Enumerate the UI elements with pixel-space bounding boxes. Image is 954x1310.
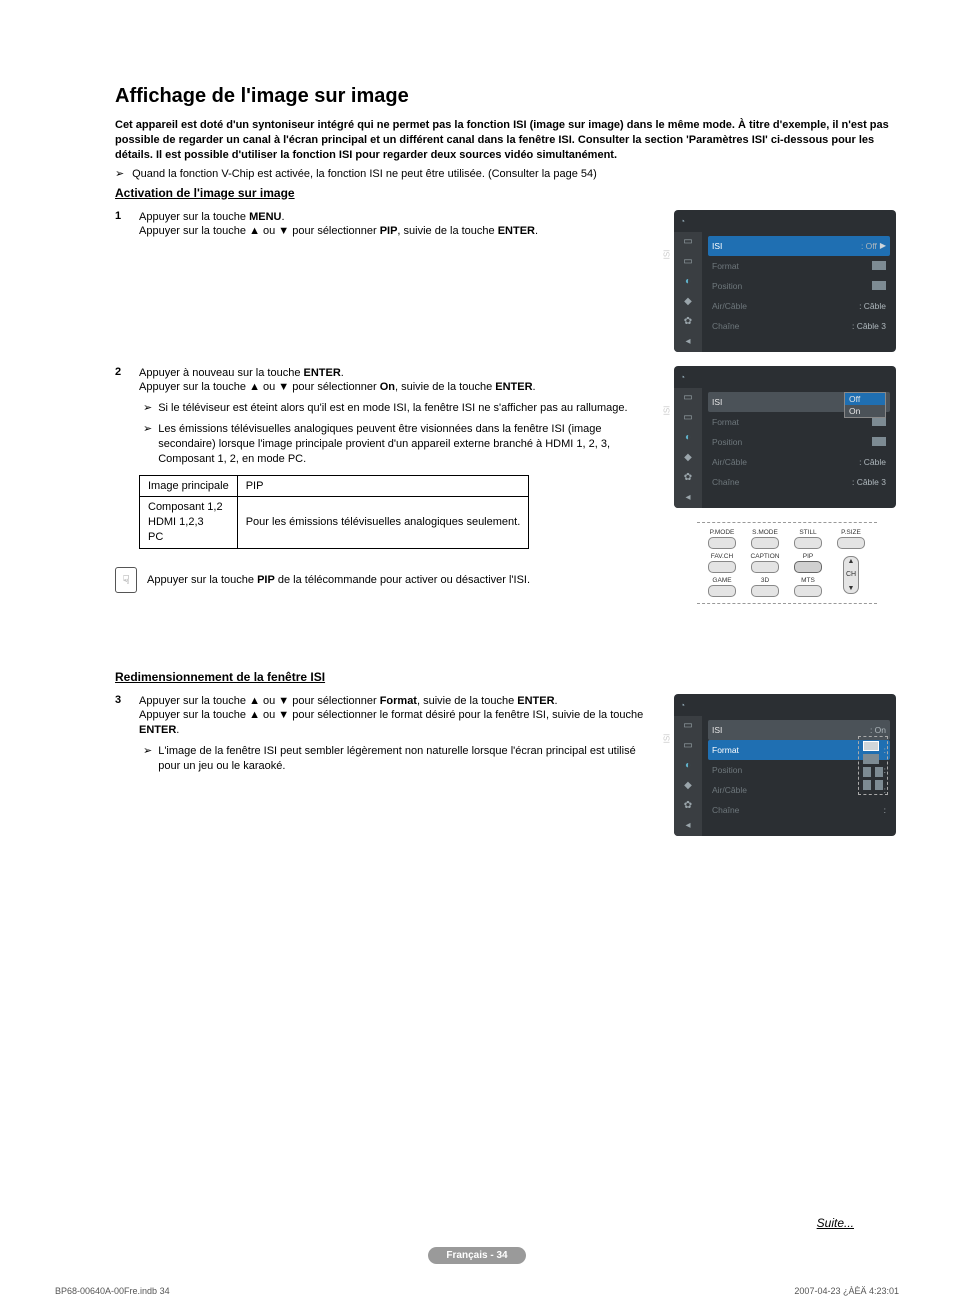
bullet-arrow-icon: ➢ <box>143 744 152 774</box>
step3-body: Appuyer sur la touche ▲ ou ▼ pour sélect… <box>139 694 656 774</box>
osd1-row-position: Position <box>708 276 890 296</box>
menu-icon-5: ✿ <box>681 800 695 812</box>
step2-body: Appuyer à nouveau sur la touche ENTER. A… <box>139 366 656 549</box>
osd3-format-popup <box>858 736 888 795</box>
osd1-row-format: Format <box>708 256 890 276</box>
pip-table-r1c1: Composant 1,2 HDMI 1,2,3 PC <box>140 497 238 549</box>
remote-ch-rocker: ▲CH▼ <box>834 553 869 597</box>
document-meta: BP68-00640A-00Fre.indb 34 2007-04-23 ¿ÀÈ… <box>55 1286 899 1296</box>
remote-tip: ☟ Appuyer sur la touche PIP de la téléco… <box>115 567 656 593</box>
format-opt-dual2-icon <box>863 780 871 790</box>
clock-icon: ◔ <box>680 372 685 382</box>
section-resize-title: Redimensionnement de la fenêtre ISI <box>115 670 899 684</box>
osd1-row-aircable: Air/Câble : Câble <box>708 296 890 316</box>
osd2-isi-tab: ISI <box>662 405 671 415</box>
step2-number: 2 <box>115 366 129 549</box>
menu-icon-4: ◆ <box>681 452 695 464</box>
menu-icon-4: ◆ <box>681 780 695 792</box>
menu-icon-2: ▭ <box>681 256 695 268</box>
osd1-row-chaine: Chaîne : Câble 3 <box>708 316 890 336</box>
clock-icon: ◔ <box>680 216 685 226</box>
step1-row: 1 Appuyer sur la touche MENU. Appuyer su… <box>115 210 899 366</box>
step2-bullet2: Les émissions télévisuelles analogiques … <box>158 422 656 467</box>
step3-bullet1: L'image de la fenêtre ISI peut sembler l… <box>158 744 656 774</box>
step1-body: Appuyer sur la touche MENU. Appuyer sur … <box>139 210 656 240</box>
osd2-dropdown: Off On <box>844 392 886 418</box>
right-arrow-icon: ▶ <box>880 241 886 250</box>
page-number-pill: Français - 34 <box>428 1247 525 1264</box>
doc-meta-right: 2007-04-23 ¿ÀÈÄ 4:23:01 <box>794 1286 899 1296</box>
bullet-arrow-icon: ➢ <box>143 422 152 467</box>
menu-icon-2: ▭ <box>681 740 695 752</box>
menu-icon-5: ✿ <box>681 472 695 484</box>
menu-icon-3: ◐ <box>681 760 695 772</box>
dropdown-opt-on: On <box>845 405 885 417</box>
menu-icon-6: ◂ <box>681 492 695 504</box>
format-opt-large-icon <box>863 741 879 751</box>
suite-link: Suite... <box>817 1216 854 1230</box>
pip-table-h2: PIP <box>237 475 529 497</box>
menu-icon-6: ◂ <box>681 336 695 348</box>
vchip-note-text: Quand la fonction V-Chip est activée, la… <box>132 168 597 180</box>
menu-icon-5: ✿ <box>681 316 695 328</box>
bullet-arrow-icon: ➢ <box>143 401 152 416</box>
intro-paragraph: Cet appareil est doté d'un syntoniseur i… <box>115 118 899 163</box>
manual-page: Affichage de l'image sur image Cet appar… <box>0 0 954 1310</box>
doc-meta-left: BP68-00640A-00Fre.indb 34 <box>55 1286 170 1296</box>
osd1-row-isi: ISI : Off ▶ <box>708 236 890 256</box>
step1-number: 1 <box>115 210 129 240</box>
menu-icon-3: ◐ <box>681 276 695 288</box>
step3-number: 3 <box>115 694 129 774</box>
step2-bullet1: Si le téléviseur est éteint alors qu'il … <box>158 401 627 416</box>
section-activation-title: Activation de l'image sur image <box>115 186 899 200</box>
remote-pip-button: PIP <box>791 553 826 573</box>
menu-icon-1: ▭ <box>681 392 695 404</box>
format-opt-dual1-icon <box>863 767 871 777</box>
pip-table-h1: Image principale <box>140 475 238 497</box>
hand-remote-icon: ☟ <box>115 567 137 593</box>
menu-icon-3: ◐ <box>681 432 695 444</box>
format-opt-small-icon <box>863 754 879 764</box>
menu-icon-4: ◆ <box>681 296 695 308</box>
clock-icon: ◔ <box>680 700 685 710</box>
step3-row: 3 Appuyer sur la touche ▲ ou ▼ pour séle… <box>115 694 899 850</box>
note-arrow-icon: ➢ <box>115 167 129 180</box>
menu-icon-1: ▭ <box>681 720 695 732</box>
remote-control-diagram: P.MODE S.MODE STILL P.SIZE FAV.CH CAPTIO… <box>697 522 877 604</box>
osd-screenshot-2: ISI ◔ ▭ ▭ ◐ ◆ ✿ ◂ <box>674 366 899 508</box>
pip-table-r1c2: Pour les émissions télévisuelles analogi… <box>237 497 529 549</box>
menu-icon-2: ▭ <box>681 412 695 424</box>
osd3-isi-tab: ISI <box>662 733 671 743</box>
osd1-isi-tab: ISI <box>662 249 671 259</box>
pip-table: Image principale PIP Composant 1,2 HDMI … <box>139 475 529 549</box>
page-footer: Français - 34 <box>0 1247 954 1264</box>
menu-icon-1: ▭ <box>681 236 695 248</box>
step2-row: 2 Appuyer à nouveau sur la touche ENTER.… <box>115 366 899 604</box>
menu-icon-6: ◂ <box>681 820 695 832</box>
page-title: Affichage de l'image sur image <box>115 85 899 108</box>
dropdown-opt-off: Off <box>845 393 885 405</box>
osd-screenshot-1: ISI ◔ ▭ ▭ ◐ ◆ ✿ ◂ <box>674 210 899 352</box>
vchip-note: ➢ Quand la fonction V-Chip est activée, … <box>115 167 899 180</box>
osd-screenshot-3: ISI ◔ ▭ ▭ ◐ ◆ ✿ ◂ <box>674 694 899 836</box>
